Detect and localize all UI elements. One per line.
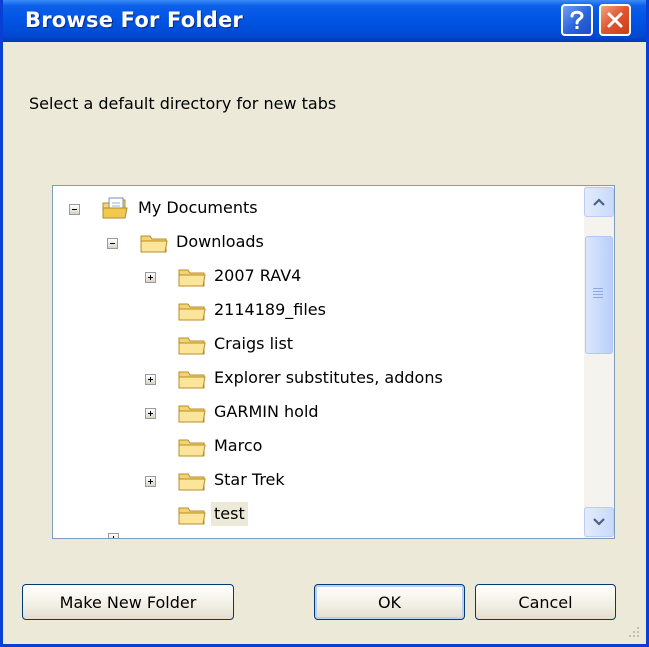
tree-item-label: 2007 RAV4 — [214, 266, 302, 285]
expand-icon[interactable] — [145, 374, 156, 385]
tree-item-label: test — [211, 502, 248, 526]
collapse-icon[interactable] — [69, 204, 80, 215]
tree-item[interactable]: Star Trek — [53, 466, 583, 496]
folder-icon — [178, 337, 206, 355]
scroll-up-button[interactable] — [584, 187, 614, 217]
folder-icon — [178, 507, 206, 525]
folder-icon — [140, 235, 168, 253]
tree-item[interactable]: Marco — [53, 432, 583, 462]
scroll-down-button[interactable] — [584, 507, 614, 537]
folder-icon — [178, 371, 206, 389]
vertical-scrollbar[interactable] — [584, 186, 614, 538]
my-documents-icon — [102, 197, 128, 219]
question-mark-icon — [570, 10, 584, 29]
help-button[interactable] — [561, 4, 593, 36]
title-bar[interactable]: Browse For Folder — [3, 0, 646, 42]
tree-item-label: Explorer substitutes, addons — [214, 368, 443, 387]
tree-item[interactable]: My Documents — [53, 194, 583, 224]
tree-item-label: Marco — [214, 436, 263, 455]
chevron-down-icon — [593, 518, 605, 526]
tree-item-label: Craigs list — [214, 334, 294, 353]
tree-item-label: Downloads — [176, 232, 264, 251]
tree-item[interactable]: Explorer substitutes, addons — [53, 364, 583, 394]
folder-icon — [178, 269, 206, 287]
expand-icon[interactable] — [145, 408, 156, 419]
window-title: Browse For Folder — [25, 8, 243, 32]
cancel-button[interactable]: Cancel — [475, 584, 616, 620]
folder-icon — [178, 303, 206, 321]
folder-icon — [178, 405, 206, 423]
tree-item[interactable]: 2114189_files — [53, 296, 583, 326]
chevron-up-icon — [593, 198, 605, 206]
tree-item[interactable]: Downloads — [53, 228, 583, 258]
folder-tree[interactable]: My Documents Downloads 2007 RAV4 2114189_fi… — [52, 185, 615, 539]
tree-item-label: GARMIN hold — [214, 402, 319, 421]
tree-item-label: 2114189_files — [214, 300, 326, 319]
expand-icon[interactable] — [145, 272, 156, 283]
browse-for-folder-dialog: Browse For Folder Select a default direc… — [0, 0, 649, 647]
folder-icon — [178, 473, 206, 491]
tree-item[interactable]: Craigs list — [53, 330, 583, 360]
tree-item[interactable]: GARMIN hold — [53, 398, 583, 428]
tree-item[interactable]: 2007 RAV4 — [53, 262, 583, 292]
collapse-icon[interactable] — [107, 238, 118, 249]
ok-button[interactable]: OK — [314, 584, 465, 620]
make-new-folder-button[interactable]: Make New Folder — [22, 584, 234, 620]
folder-icon — [178, 439, 206, 457]
close-icon — [607, 12, 623, 28]
scroll-grip-icon — [593, 288, 603, 300]
expand-icon[interactable] — [145, 476, 156, 487]
close-button[interactable] — [599, 4, 631, 36]
resize-grip-icon[interactable] — [628, 626, 640, 638]
tree-item-label: My Documents — [138, 198, 258, 217]
tree-item-label: Star Trek — [214, 470, 285, 489]
dialog-prompt: Select a default directory for new tabs — [29, 94, 337, 113]
tree-item[interactable]: test — [53, 500, 583, 530]
